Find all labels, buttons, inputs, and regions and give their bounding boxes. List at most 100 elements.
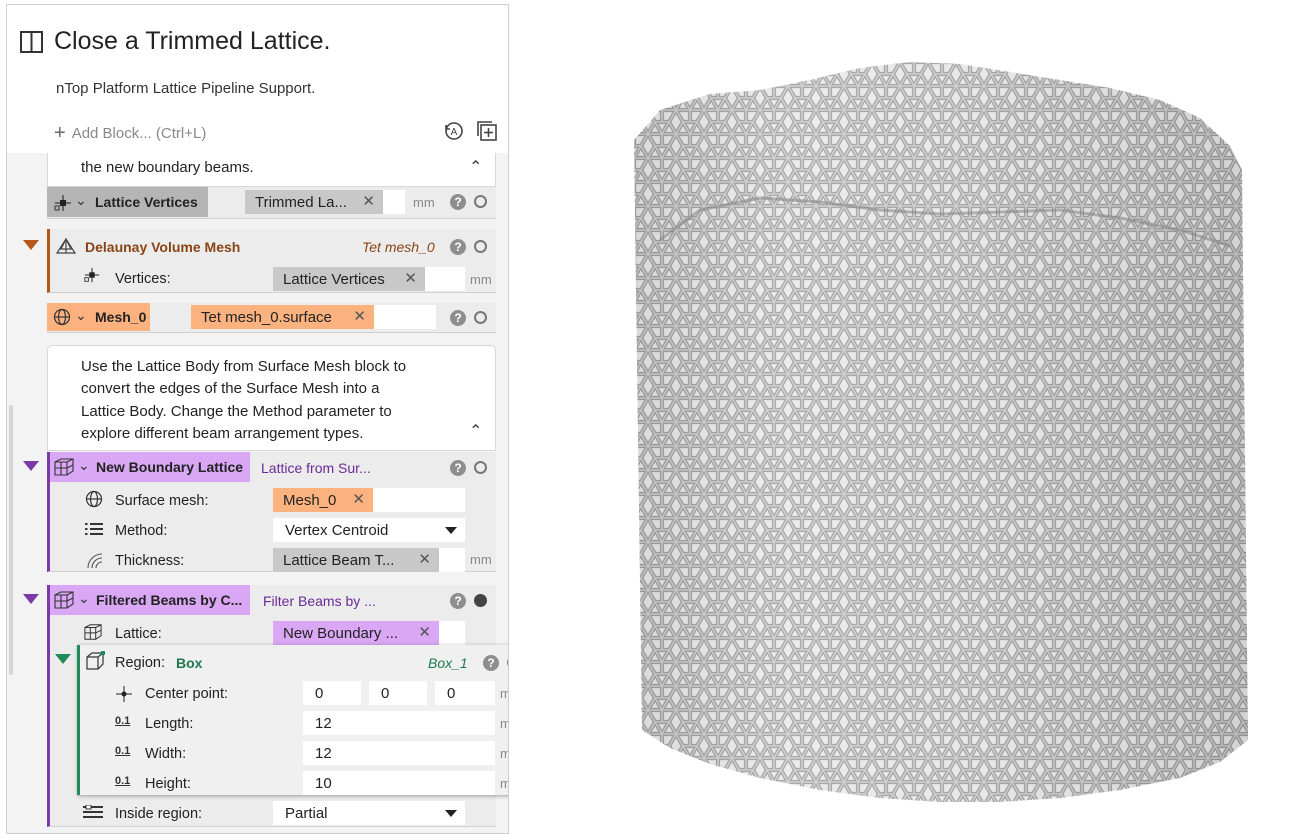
- scrollbar[interactable]: [9, 405, 13, 675]
- auto-refresh-icon[interactable]: A: [443, 120, 465, 142]
- unit-label: mm: [500, 686, 508, 701]
- svg-text:A: A: [451, 127, 458, 138]
- input-chip[interactable]: New Boundary ... ✕: [273, 621, 439, 645]
- chevron-down-icon[interactable]: ⌄: [75, 307, 87, 324]
- mesh0-header[interactable]: ⌄ Mesh_0: [47, 303, 150, 331]
- param-label: Center point:: [145, 686, 229, 702]
- input-chip[interactable]: Mesh_0 ✕: [273, 488, 373, 512]
- param-label: Vertices:: [115, 271, 171, 287]
- input-chip[interactable]: Lattice Vertices ✕: [273, 267, 425, 291]
- input-field-blank[interactable]: [383, 190, 405, 214]
- block-name: Filtered Beams by C...: [96, 592, 243, 608]
- chevron-down-icon[interactable]: ⌄: [78, 457, 90, 474]
- remove-icon[interactable]: ✕: [362, 192, 375, 210]
- mesh0-block: ⌄ Mesh_0 Tet mesh_0.surface ✕ ?: [47, 303, 496, 333]
- boundary-lattice-header[interactable]: ⌄ New Boundary Lattice: [50, 452, 250, 482]
- unit-label: mm: [500, 746, 508, 761]
- remove-icon[interactable]: ✕: [352, 490, 365, 508]
- help-icon[interactable]: ?: [450, 239, 466, 255]
- length-input[interactable]: 12: [303, 711, 495, 735]
- method-dropdown[interactable]: Vertex Centroid: [273, 518, 465, 542]
- inside-region-dropdown[interactable]: Partial: [273, 801, 465, 825]
- unit-label: mm: [470, 552, 492, 567]
- block-variable: Box_1: [428, 655, 468, 671]
- param-label: Region:: [115, 655, 165, 671]
- input-field-blank[interactable]: [425, 267, 465, 291]
- notebook-title: Close a Trimmed Lattice.: [54, 27, 331, 55]
- chip-label: Lattice Vertices: [283, 270, 385, 288]
- add-block-label: Add Block... (Ctrl+L): [71, 125, 207, 142]
- height-input[interactable]: 10: [303, 771, 495, 795]
- remove-icon[interactable]: ✕: [418, 550, 431, 568]
- remove-icon[interactable]: ✕: [353, 307, 366, 325]
- lattice-icon: [54, 458, 74, 476]
- center-point-icon: [116, 686, 132, 702]
- collapse-chevron-icon[interactable]: ⌃: [469, 157, 482, 177]
- filtered-beams-header[interactable]: ⌄ Filtered Beams by C...: [50, 585, 250, 615]
- help-icon[interactable]: ?: [450, 460, 466, 476]
- param-label: Width:: [145, 746, 187, 762]
- remove-icon[interactable]: ✕: [404, 269, 417, 287]
- visibility-toggle[interactable]: [507, 656, 508, 669]
- input-field-blank[interactable]: [439, 548, 465, 572]
- notebook-panel: Close a Trimmed Lattice. nTop Platform L…: [6, 4, 509, 834]
- visibility-toggle[interactable]: [474, 240, 487, 253]
- visibility-toggle[interactable]: [474, 311, 487, 324]
- block-name: Delaunay Volume Mesh: [85, 239, 241, 255]
- notebook-description: nTop Platform Lattice Pipeline Support.: [56, 80, 316, 97]
- help-icon[interactable]: ?: [450, 593, 466, 609]
- block-variable: Filter Beams by ...: [263, 593, 376, 609]
- remove-icon[interactable]: ✕: [418, 623, 431, 641]
- help-icon[interactable]: ?: [450, 194, 466, 210]
- center-y-value: 0: [381, 684, 390, 702]
- center-x-value: 0: [315, 684, 324, 702]
- expand-caret-icon[interactable]: [23, 594, 39, 604]
- input-field-blank[interactable]: [373, 488, 465, 512]
- note-line: Lattice Body. Change the Method paramete…: [81, 403, 392, 420]
- input-chip[interactable]: Tet mesh_0.surface ✕: [191, 305, 374, 329]
- input-field-blank[interactable]: [439, 621, 465, 645]
- boundary-lattice-block: ⌄ New Boundary Lattice Lattice from Sur.…: [47, 452, 496, 572]
- visibility-toggle[interactable]: [474, 461, 487, 474]
- 3d-viewport[interactable]: [620, 50, 1260, 820]
- chip-label: Mesh_0: [283, 491, 337, 509]
- collapse-chevron-icon[interactable]: ⌃: [469, 421, 482, 441]
- lattice-icon: [84, 624, 102, 640]
- chevron-down-icon[interactable]: ⌄: [78, 590, 90, 607]
- note-text: the new boundary beams.: [81, 159, 254, 176]
- length-value: 12: [315, 714, 332, 732]
- scalar-icon: 0.1: [115, 715, 131, 727]
- add-block-button[interactable]: + Add Block... (Ctrl+L): [54, 121, 206, 144]
- vertices-icon: [54, 195, 71, 211]
- book-icon[interactable]: [20, 30, 44, 54]
- expand-caret-icon[interactable]: [55, 654, 71, 664]
- chip-label: Trimmed La...: [255, 193, 347, 211]
- chevron-down-icon[interactable]: ⌄: [75, 192, 87, 209]
- note-card: the new boundary beams. ⌃: [47, 153, 496, 187]
- thickness-icon: [87, 553, 103, 569]
- globe-icon: [85, 490, 103, 508]
- width-input[interactable]: 12: [303, 741, 495, 765]
- list-icon: [85, 523, 103, 535]
- help-icon[interactable]: ?: [450, 310, 466, 326]
- unit-label: mm: [470, 272, 492, 287]
- expand-caret-icon[interactable]: [23, 240, 39, 250]
- input-chip[interactable]: Trimmed La... ✕: [245, 190, 383, 214]
- center-z-value: 0: [447, 684, 456, 702]
- input-field-blank[interactable]: [374, 305, 436, 329]
- input-chip[interactable]: Lattice Beam T... ✕: [273, 548, 439, 572]
- center-z-input[interactable]: 0: [435, 681, 495, 705]
- chip-label: Lattice Beam T...: [283, 551, 395, 569]
- param-label: Surface mesh:: [115, 493, 209, 509]
- center-x-input[interactable]: 0: [303, 681, 361, 705]
- help-icon[interactable]: ?: [483, 655, 499, 671]
- param-label: Lattice:: [115, 626, 162, 642]
- visibility-toggle-on[interactable]: [474, 594, 487, 607]
- dropdown-value: Partial: [285, 804, 328, 822]
- block-variable: Lattice from Sur...: [261, 460, 371, 476]
- visibility-toggle[interactable]: [474, 195, 487, 208]
- center-y-input[interactable]: 0: [369, 681, 427, 705]
- lattice-vertices-header[interactable]: ⌄ Lattice Vertices: [47, 187, 208, 217]
- add-notebook-icon[interactable]: [476, 120, 498, 142]
- expand-caret-icon[interactable]: [23, 461, 39, 471]
